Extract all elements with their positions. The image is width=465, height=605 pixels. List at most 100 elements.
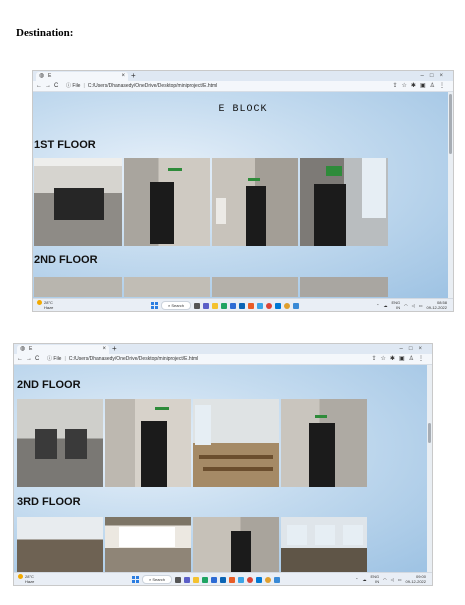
task-view-icon[interactable] — [194, 302, 201, 309]
volume-icon: ◁ — [411, 302, 415, 308]
office-icon[interactable] — [229, 576, 236, 583]
teams-icon[interactable] — [203, 302, 210, 309]
tab-close-icon[interactable]: × — [102, 345, 106, 354]
chrome-canary-icon[interactable] — [284, 302, 291, 309]
start-icon[interactable] — [151, 302, 158, 309]
back-icon: ← — [17, 356, 26, 362]
extensions-icon: ✱ — [389, 356, 399, 362]
globe-icon: ◍ — [39, 73, 45, 79]
file-explorer-icon[interactable] — [193, 576, 200, 583]
edge-icon[interactable] — [202, 576, 209, 583]
teams-icon[interactable] — [184, 576, 191, 583]
star-icon: ☆ — [380, 356, 390, 362]
vertical-scrollbar[interactable] — [427, 365, 432, 573]
new-tab-button[interactable]: + — [112, 344, 117, 354]
photo-exit-door[interactable] — [300, 158, 388, 246]
window-controls[interactable]: –□× — [421, 71, 449, 81]
minimize-icon: – — [420, 73, 430, 79]
window-controls[interactable]: –□× — [400, 344, 428, 354]
browser-screenshot-2: ◍ E × + –□× ←→C ⓘ File | C:/Users/Dhanased… — [13, 343, 433, 586]
info-icon: ⓘ — [47, 356, 53, 362]
page-title: E BLOCK — [218, 104, 268, 115]
webpage-viewport: 2ND FLOOR 3RD FLOOR — [14, 365, 432, 573]
chrome-icon[interactable] — [266, 302, 273, 309]
floor-heading-2nd: 2ND FLOOR — [34, 254, 98, 266]
task-view-icon[interactable] — [175, 576, 182, 583]
url-field[interactable]: ⓘ File | C:/Users/Dhanasedy/OneDrive/Deskt… — [47, 354, 198, 364]
photo-row-1st-floor — [34, 158, 388, 246]
vscode-icon[interactable] — [256, 576, 263, 583]
share-icon: ⇪ — [371, 356, 381, 362]
photo-classroom[interactable] — [193, 399, 279, 487]
share-icon: ⇪ — [392, 83, 402, 89]
mail-icon[interactable] — [239, 302, 246, 309]
webpage-viewport: E BLOCK 1ST FLOOR 2ND FLOOR — [33, 92, 453, 299]
photo-row-3rd-floor — [17, 517, 367, 573]
tab-strip: ◍ E × + –□× — [33, 71, 453, 81]
menu-icon: ⋮ — [439, 83, 449, 89]
nav-buttons[interactable]: ←→C — [36, 81, 61, 91]
profile-icon: ♙ — [429, 83, 439, 89]
vscode-icon[interactable] — [275, 302, 282, 309]
weather-widget[interactable]: 28°C Haze — [37, 300, 53, 310]
office-icon[interactable] — [248, 302, 255, 309]
browser-toolbar[interactable]: ⇪☆✱▣♙⋮ — [371, 354, 428, 364]
weather-widget[interactable]: 28°C Haze — [18, 574, 34, 584]
floor-heading-3rd: 3RD FLOOR — [17, 496, 81, 508]
app-icon[interactable] — [238, 576, 245, 583]
volume-icon: ◁ — [390, 576, 394, 582]
python-icon[interactable] — [274, 576, 281, 583]
new-tab-button[interactable]: + — [131, 71, 136, 81]
mail-icon[interactable] — [220, 576, 227, 583]
photo-notice-board[interactable] — [105, 517, 191, 573]
menu-icon: ⋮ — [418, 356, 428, 362]
photo-lecture-hall[interactable] — [281, 517, 367, 573]
sidebar-icon: ▣ — [398, 356, 409, 362]
app-icon[interactable] — [257, 302, 264, 309]
wifi-icon: ◠ — [404, 302, 408, 308]
system-tray[interactable]: ⌃ ☁ ENG IN ◠ ◁ ▭ 08:58 09-12-2022 — [376, 300, 447, 310]
file-explorer-icon[interactable] — [212, 302, 219, 309]
photo-corridor-door[interactable] — [34, 158, 122, 246]
clock: 09:00 09-12-2022 — [405, 574, 426, 584]
photo-room-door-3rd[interactable] — [193, 517, 279, 573]
photo-exit-door[interactable] — [281, 399, 367, 487]
store-icon[interactable] — [230, 302, 237, 309]
store-icon[interactable] — [211, 576, 218, 583]
taskbar-search[interactable]: ⌕ Search — [142, 575, 173, 584]
clock: 08:58 09-12-2022 — [426, 300, 447, 310]
tab-strip: ◍ E × + –□× — [14, 344, 432, 354]
vertical-scrollbar[interactable] — [448, 92, 453, 299]
photo-room-door[interactable] — [124, 158, 210, 246]
photo-lab-door[interactable] — [212, 158, 298, 246]
browser-tab[interactable]: ◍ E × — [17, 345, 109, 354]
info-icon: ⓘ — [66, 83, 72, 89]
sun-icon — [37, 300, 42, 305]
photo-computer-lab[interactable] — [17, 517, 103, 573]
photo-row-2nd-floor — [17, 399, 367, 487]
windows-taskbar: 28°C Haze ⌕ Search ⌃ ☁ ENG IN ◠ ◁ ▭ 08:58 09-… — [33, 298, 453, 311]
onedrive-icon: ☁ — [383, 302, 388, 308]
battery-icon: ▭ — [397, 576, 402, 582]
nav-buttons[interactable]: ←→C — [17, 354, 42, 364]
chrome-icon[interactable] — [247, 576, 254, 583]
browser-toolbar[interactable]: ⇪☆✱▣♙⋮ — [392, 81, 449, 91]
photo-elevator-hall[interactable] — [17, 399, 103, 487]
tab-close-icon[interactable]: × — [121, 72, 125, 81]
browser-tab[interactable]: ◍ E × — [36, 72, 128, 81]
chrome-canary-icon[interactable] — [265, 576, 272, 583]
reload-icon: C — [54, 83, 62, 89]
python-icon[interactable] — [293, 302, 300, 309]
chevron-up-icon: ⌃ — [355, 576, 359, 582]
taskbar-search[interactable]: ⌕ Search — [161, 301, 192, 310]
language-indicator: ENG IN — [370, 574, 380, 584]
photo-room-door[interactable] — [105, 399, 191, 487]
edge-icon[interactable] — [221, 302, 228, 309]
battery-icon: ▭ — [418, 302, 423, 308]
onedrive-icon: ☁ — [362, 576, 367, 582]
url-field[interactable]: ⓘ File | C:/Users/Dhanasedy/OneDrive/Deskt… — [66, 81, 217, 91]
start-icon[interactable] — [132, 576, 139, 583]
system-tray[interactable]: ⌃ ☁ ENG IN ◠ ◁ ▭ 09:00 09-12-2022 — [355, 574, 426, 584]
browser-screenshot-1: ◍ E × + –□× ←→C ⓘ File | C:/Users/Dhanased… — [32, 70, 454, 312]
close-icon: × — [439, 73, 449, 79]
